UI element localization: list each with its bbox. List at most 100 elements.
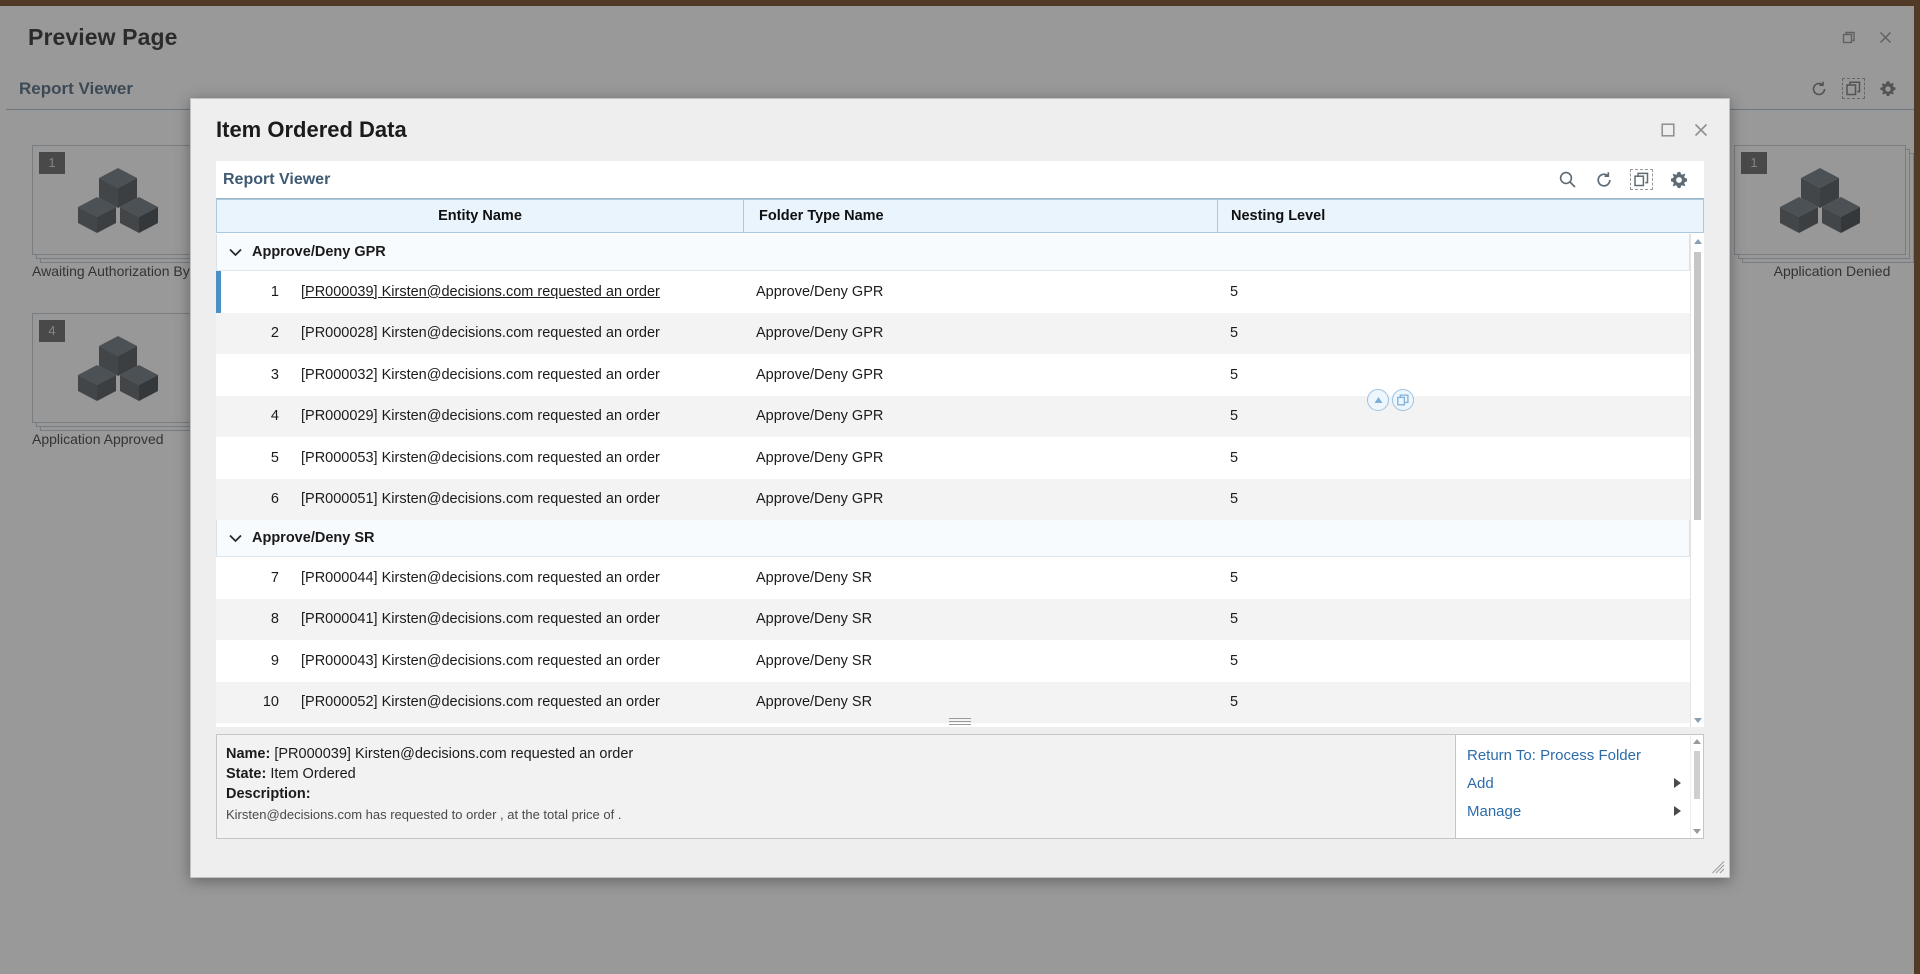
cell-entity-name[interactable]: [PR000041] Kirsten@decisions.com request… — [279, 611, 743, 627]
group-header-label: Approve/Deny GPR — [252, 244, 386, 260]
scroll-up-arrow-icon[interactable] — [1691, 234, 1704, 248]
cell-folder-type-name: Approve/Deny GPR — [756, 491, 884, 508]
action-clipped[interactable] — [1456, 825, 1703, 838]
dialog-body: Report Viewer Entity Name Folder Type Na… — [216, 161, 1704, 839]
cell-entity-name[interactable]: [PR000028] Kirsten@decisions.com request… — [279, 325, 743, 341]
gear-icon[interactable] — [1669, 170, 1689, 190]
submenu-arrow-icon — [1674, 806, 1681, 816]
row-number: 2 — [270, 325, 279, 342]
scroll-down-arrow-icon[interactable] — [1691, 713, 1704, 727]
refresh-icon[interactable] — [1594, 170, 1614, 190]
table-row[interactable]: 5 [PR000053] Kirsten@decisions.com reque… — [216, 437, 1690, 479]
scroll-up-arrow-icon[interactable] — [1691, 735, 1703, 748]
chevron-down-icon[interactable] — [229, 534, 242, 543]
cell-nesting-level: 5 — [1230, 491, 1239, 508]
panel-resize-grip[interactable] — [949, 718, 971, 725]
row-number: 8 — [270, 611, 279, 628]
row-selection-indicator — [216, 479, 221, 521]
cell-folder-type-name: Approve/Deny GPR — [756, 449, 884, 466]
cell-nesting-level: 5 — [1230, 652, 1239, 669]
row-number: 7 — [270, 569, 279, 586]
row-selection-indicator — [216, 599, 221, 641]
group-header-row[interactable]: Approve/Deny SR — [216, 520, 1690, 557]
cell-folder-type-name: Approve/Deny SR — [756, 694, 873, 711]
close-icon[interactable] — [1693, 122, 1709, 138]
column-header-folder-type-name[interactable]: Folder Type Name — [744, 200, 1218, 232]
column-header-entity-name[interactable]: Entity Name — [217, 200, 744, 232]
group-icon[interactable] — [1392, 389, 1414, 411]
dialog-window-controls — [1661, 122, 1709, 138]
cell-nesting-level: 5 — [1230, 408, 1239, 425]
table-row[interactable]: 7 [PR000044] Kirsten@decisions.com reque… — [216, 557, 1690, 599]
copy-icon[interactable] — [1630, 169, 1653, 190]
action-label: Return To: Process Folder — [1467, 746, 1641, 764]
chevron-down-icon[interactable] — [229, 248, 242, 257]
detail-state-label: State: — [226, 766, 267, 782]
table-row[interactable]: 4 [PR000029] Kirsten@decisions.com reque… — [216, 395, 1690, 438]
cell-folder-type-name: Approve/Deny GPR — [756, 366, 884, 383]
table-row[interactable]: 8 [PR000041] Kirsten@decisions.com reque… — [216, 598, 1690, 641]
submenu-arrow-icon — [1674, 778, 1681, 788]
detail-description-label: Description: — [226, 786, 311, 802]
cell-entity-name[interactable]: [PR000043] Kirsten@decisions.com request… — [279, 653, 743, 669]
cell-folder-type-name: Approve/Deny SR — [756, 611, 873, 628]
action-return-to-process-folder[interactable]: Return To: Process Folder — [1456, 741, 1703, 769]
cell-nesting-level: 5 — [1230, 694, 1239, 711]
group-header-label: Approve/Deny SR — [252, 530, 375, 546]
cell-nesting-level: 5 — [1230, 283, 1239, 300]
row-selection-indicator — [216, 271, 221, 313]
cell-entity-name[interactable]: [PR000044] Kirsten@decisions.com request… — [279, 570, 743, 586]
detail-name-label: Name: — [226, 746, 271, 762]
action-label: Manage — [1467, 802, 1522, 820]
row-selection-indicator — [216, 313, 221, 355]
action-add[interactable]: Add — [1456, 769, 1703, 797]
cell-entity-name[interactable]: [PR000029] Kirsten@decisions.com request… — [279, 408, 743, 424]
grid-sort-widgets — [1367, 389, 1414, 411]
table-row[interactable]: 6 [PR000051] Kirsten@decisions.com reque… — [216, 478, 1690, 521]
grid-vertical-scrollbar[interactable] — [1690, 234, 1704, 727]
row-number: 6 — [270, 491, 279, 508]
search-icon[interactable] — [1558, 170, 1577, 189]
row-selection-indicator — [216, 682, 221, 724]
column-header-nesting-level[interactable]: Nesting Level — [1218, 200, 1703, 232]
row-selection-indicator — [216, 437, 221, 479]
item-ordered-data-dialog: Item Ordered Data Report Viewer Entity N… — [190, 98, 1730, 878]
report-grid: Entity Name Folder Type Name Nesting Lev… — [216, 199, 1704, 727]
group-header-row[interactable]: Approve/Deny GPR — [216, 234, 1690, 271]
cell-entity-name[interactable]: [PR000039] Kirsten@decisions.com request… — [279, 284, 743, 300]
table-row[interactable]: 2 [PR000028] Kirsten@decisions.com reque… — [216, 312, 1690, 355]
scrollbar-thumb[interactable] — [1694, 751, 1700, 799]
cell-nesting-level: 5 — [1230, 569, 1239, 586]
dialog-resize-handle[interactable] — [1712, 861, 1725, 874]
action-manage[interactable]: Manage — [1456, 797, 1703, 825]
detail-name-line: Name: [PR000039] Kirsten@decisions.com r… — [226, 744, 1455, 764]
grid-scroll-area: Approve/Deny GPR 1 [PR000039] Kirsten@de… — [216, 234, 1704, 727]
actions-vertical-scrollbar[interactable] — [1690, 735, 1703, 838]
table-row[interactable]: 1 [PR000039] Kirsten@decisions.com reque… — [216, 271, 1690, 313]
row-selection-indicator — [216, 354, 221, 396]
row-number: 10 — [262, 694, 279, 711]
detail-panel: Name: [PR000039] Kirsten@decisions.com r… — [216, 734, 1704, 839]
detail-state-line: State: Item Ordered — [226, 764, 1455, 784]
detail-actions-panel: Return To: Process Folder Add Manage — [1456, 734, 1704, 839]
cell-entity-name[interactable]: [PR000053] Kirsten@decisions.com request… — [279, 450, 743, 466]
cell-nesting-level: 5 — [1230, 611, 1239, 628]
dialog-header: Item Ordered Data — [191, 99, 1729, 161]
cell-entity-name[interactable]: [PR000051] Kirsten@decisions.com request… — [279, 491, 743, 507]
cell-entity-name[interactable]: [PR000052] Kirsten@decisions.com request… — [279, 694, 743, 710]
scroll-down-arrow-icon[interactable] — [1691, 825, 1703, 838]
row-number: 4 — [270, 408, 279, 425]
cell-folder-type-name: Approve/Deny GPR — [756, 325, 884, 342]
row-number: 5 — [270, 449, 279, 466]
cell-nesting-level: 5 — [1230, 366, 1239, 383]
grid-viewport: Approve/Deny GPR 1 [PR000039] Kirsten@de… — [216, 234, 1690, 727]
table-row[interactable]: 3 [PR000032] Kirsten@decisions.com reque… — [216, 354, 1690, 396]
table-row[interactable]: 9 [PR000043] Kirsten@decisions.com reque… — [216, 640, 1690, 682]
maximize-icon[interactable] — [1661, 123, 1675, 137]
cell-entity-name[interactable]: [PR000032] Kirsten@decisions.com request… — [279, 367, 743, 383]
sort-ascending-icon[interactable] — [1367, 389, 1389, 411]
table-row[interactable]: 10 [PR000052] Kirsten@decisions.com requ… — [216, 681, 1690, 724]
scrollbar-thumb[interactable] — [1694, 252, 1701, 520]
action-label: Add — [1467, 774, 1494, 792]
row-selection-indicator — [216, 396, 221, 438]
